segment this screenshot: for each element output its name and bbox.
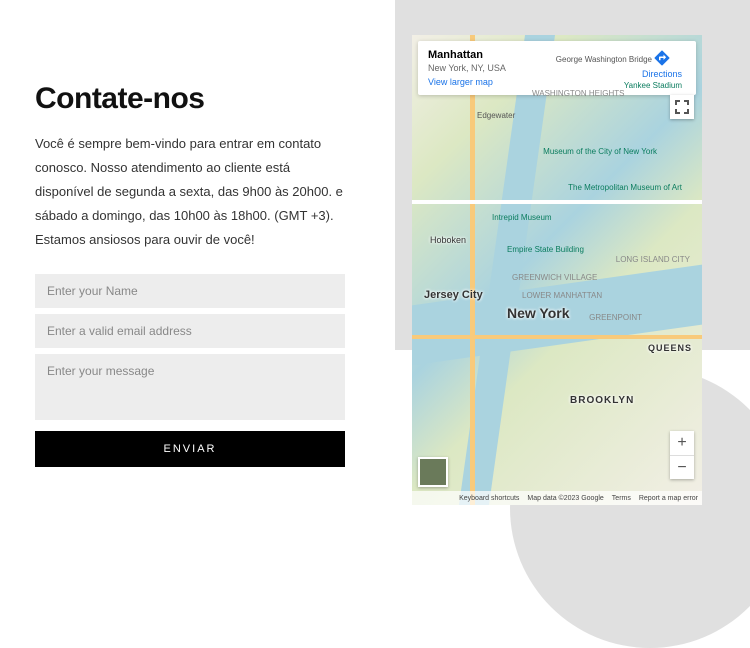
map-layers-button[interactable] <box>418 457 448 487</box>
map-canvas[interactable]: Manhattan New York, NY, USA View larger … <box>412 35 702 505</box>
map-poi: WASHINGTON HEIGHTS <box>532 89 624 98</box>
fullscreen-button[interactable] <box>670 95 694 119</box>
map-poi: Empire State Building <box>507 245 584 254</box>
map-poi: GREENWICH VILLAGE <box>512 273 597 282</box>
map-container: Manhattan New York, NY, USA View larger … <box>412 35 702 505</box>
map-footer: Keyboard shortcuts Map data ©2023 Google… <box>412 491 702 505</box>
map-poi: GREENPOINT <box>589 313 642 322</box>
page-title: Contate-nos <box>35 82 345 116</box>
map-label-jerseycity: Jersey City <box>424 289 483 301</box>
map-data-label: Map data ©2023 Google <box>527 495 603 502</box>
contact-description: Você é sempre bem-vindo para entrar em c… <box>35 132 345 252</box>
view-larger-map-link[interactable]: View larger map <box>428 77 638 87</box>
message-textarea[interactable] <box>35 354 345 420</box>
zoom-in-button[interactable]: + <box>670 431 694 455</box>
map-poi: The Metropolitan Museum of Art <box>568 183 682 192</box>
name-input[interactable] <box>35 274 345 308</box>
directions-label: Directions <box>638 69 686 79</box>
map-zoom-controls: + − <box>670 431 694 479</box>
zoom-out-button[interactable]: − <box>670 455 694 479</box>
keyboard-shortcuts-link[interactable]: Keyboard shortcuts <box>459 495 519 502</box>
map-info-subtitle: New York, NY, USA <box>428 63 638 73</box>
terms-link[interactable]: Terms <box>612 495 631 502</box>
report-error-link[interactable]: Report a map error <box>639 495 698 502</box>
directions-icon <box>653 49 671 67</box>
map-poi: Museum of the City of New York <box>543 147 657 156</box>
map-poi: LONG ISLAND CITY <box>616 255 690 264</box>
map-poi: Intrepid Museum <box>492 213 552 222</box>
map-label-hoboken: Hoboken <box>430 235 466 245</box>
map-label-queens: QUEENS <box>648 343 692 353</box>
map-road <box>412 335 702 339</box>
contact-panel: Contate-nos Você é sempre bem-vindo para… <box>35 82 345 467</box>
map-poi: Yankee Stadium <box>624 81 682 90</box>
map-poi: George Washington Bridge <box>556 55 652 64</box>
email-input[interactable] <box>35 314 345 348</box>
map-poi: Edgewater <box>477 111 515 120</box>
map-label-newyork: New York <box>507 305 570 321</box>
map-label-brooklyn: BROOKLYN <box>570 395 634 406</box>
map-road <box>412 200 702 204</box>
map-poi: LOWER MANHATTAN <box>522 291 602 300</box>
map-road <box>470 35 475 505</box>
submit-button[interactable]: ENVIAR <box>35 431 345 467</box>
